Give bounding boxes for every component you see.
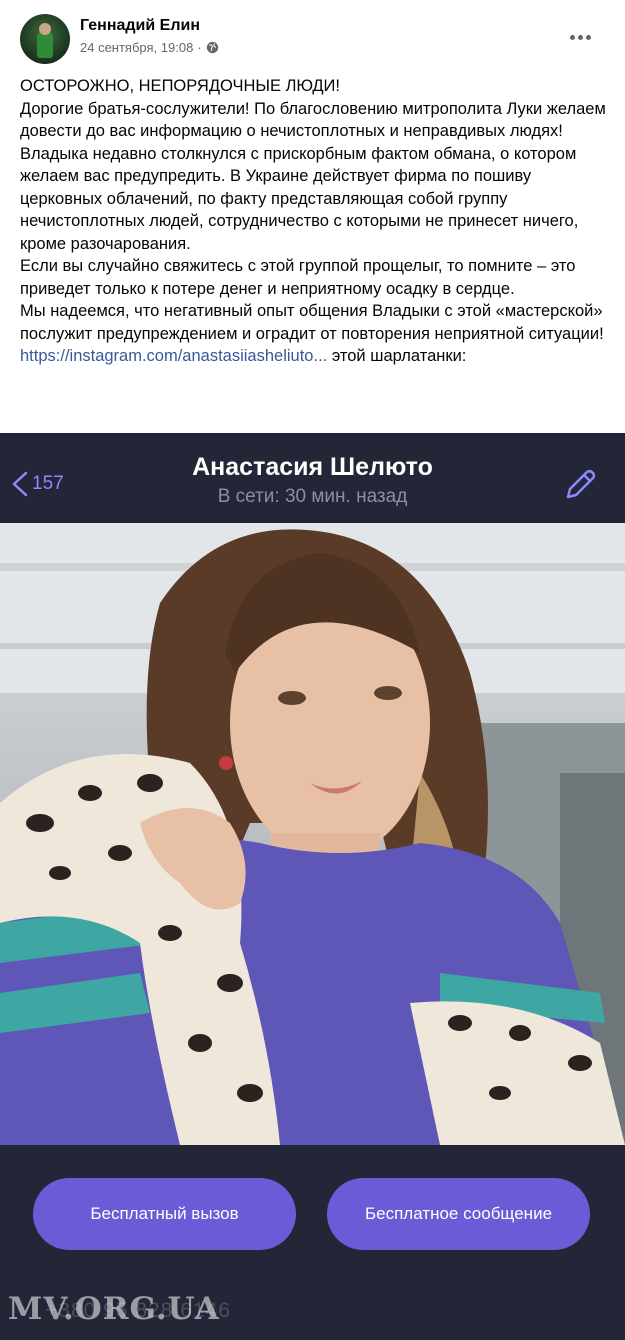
- profile-photo: [0, 523, 625, 1145]
- post-paragraph: Мы надеемся, что негативный опыт общения…: [20, 302, 604, 343]
- post-body: ОСТОРОЖНО, НЕПОРЯДОЧНЫЕ ЛЮДИ! Дорогие бр…: [20, 75, 610, 368]
- profile-name: Анастасия Шелюто: [192, 453, 433, 481]
- meta-separator: ·: [197, 40, 202, 55]
- post-paragraph: Если вы случайно свяжитесь с этой группо…: [20, 257, 576, 298]
- more-options-icon[interactable]: [560, 24, 600, 50]
- dot: [577, 34, 583, 40]
- author-name[interactable]: Геннадий Елин: [80, 17, 200, 35]
- post-date[interactable]: 24 сентября, 19:08: [80, 40, 193, 55]
- profile-status: В сети: 30 мин. назад: [217, 486, 408, 507]
- profile-topbar: 157 Анастасия Шелюто В сети: 30 мин. наз…: [0, 433, 625, 523]
- pencil-icon[interactable]: [560, 465, 600, 505]
- dot: [585, 34, 591, 40]
- post-link-line: https://instagram.com/anastasiiasheliuto…: [20, 345, 610, 368]
- post-meta: 24 сентября, 19:08 ·: [80, 40, 219, 55]
- instagram-link[interactable]: https://instagram.com/anastasiiasheliuto…: [20, 347, 327, 365]
- free-message-button[interactable]: Бесплатное сообщение: [327, 1178, 590, 1250]
- dot: [569, 34, 575, 40]
- post-paragraph: Владыка недавно столкнулся с прискорбным…: [20, 144, 579, 253]
- link-suffix: этой шарлатанки:: [327, 347, 467, 365]
- post-paragraph: Дорогие братья-сослужители! По благослов…: [20, 99, 606, 141]
- attached-screenshot[interactable]: 157 Анастасия Шелюто В сети: 30 мин. наз…: [0, 433, 625, 1340]
- avatar-head: [39, 23, 51, 35]
- portrait-illustration: [0, 523, 625, 1145]
- avatar[interactable]: [20, 14, 70, 64]
- post-header: Геннадий Елин 24 сентября, 19:08 ·: [0, 0, 625, 70]
- free-call-button[interactable]: Бесплатный вызов: [33, 1178, 296, 1250]
- globe-icon: [206, 41, 218, 54]
- post-paragraph: ОСТОРОЖНО, НЕПОРЯДОЧНЫЕ ЛЮДИ!: [20, 77, 340, 95]
- watermark: MV.ORG.UA: [8, 1291, 220, 1327]
